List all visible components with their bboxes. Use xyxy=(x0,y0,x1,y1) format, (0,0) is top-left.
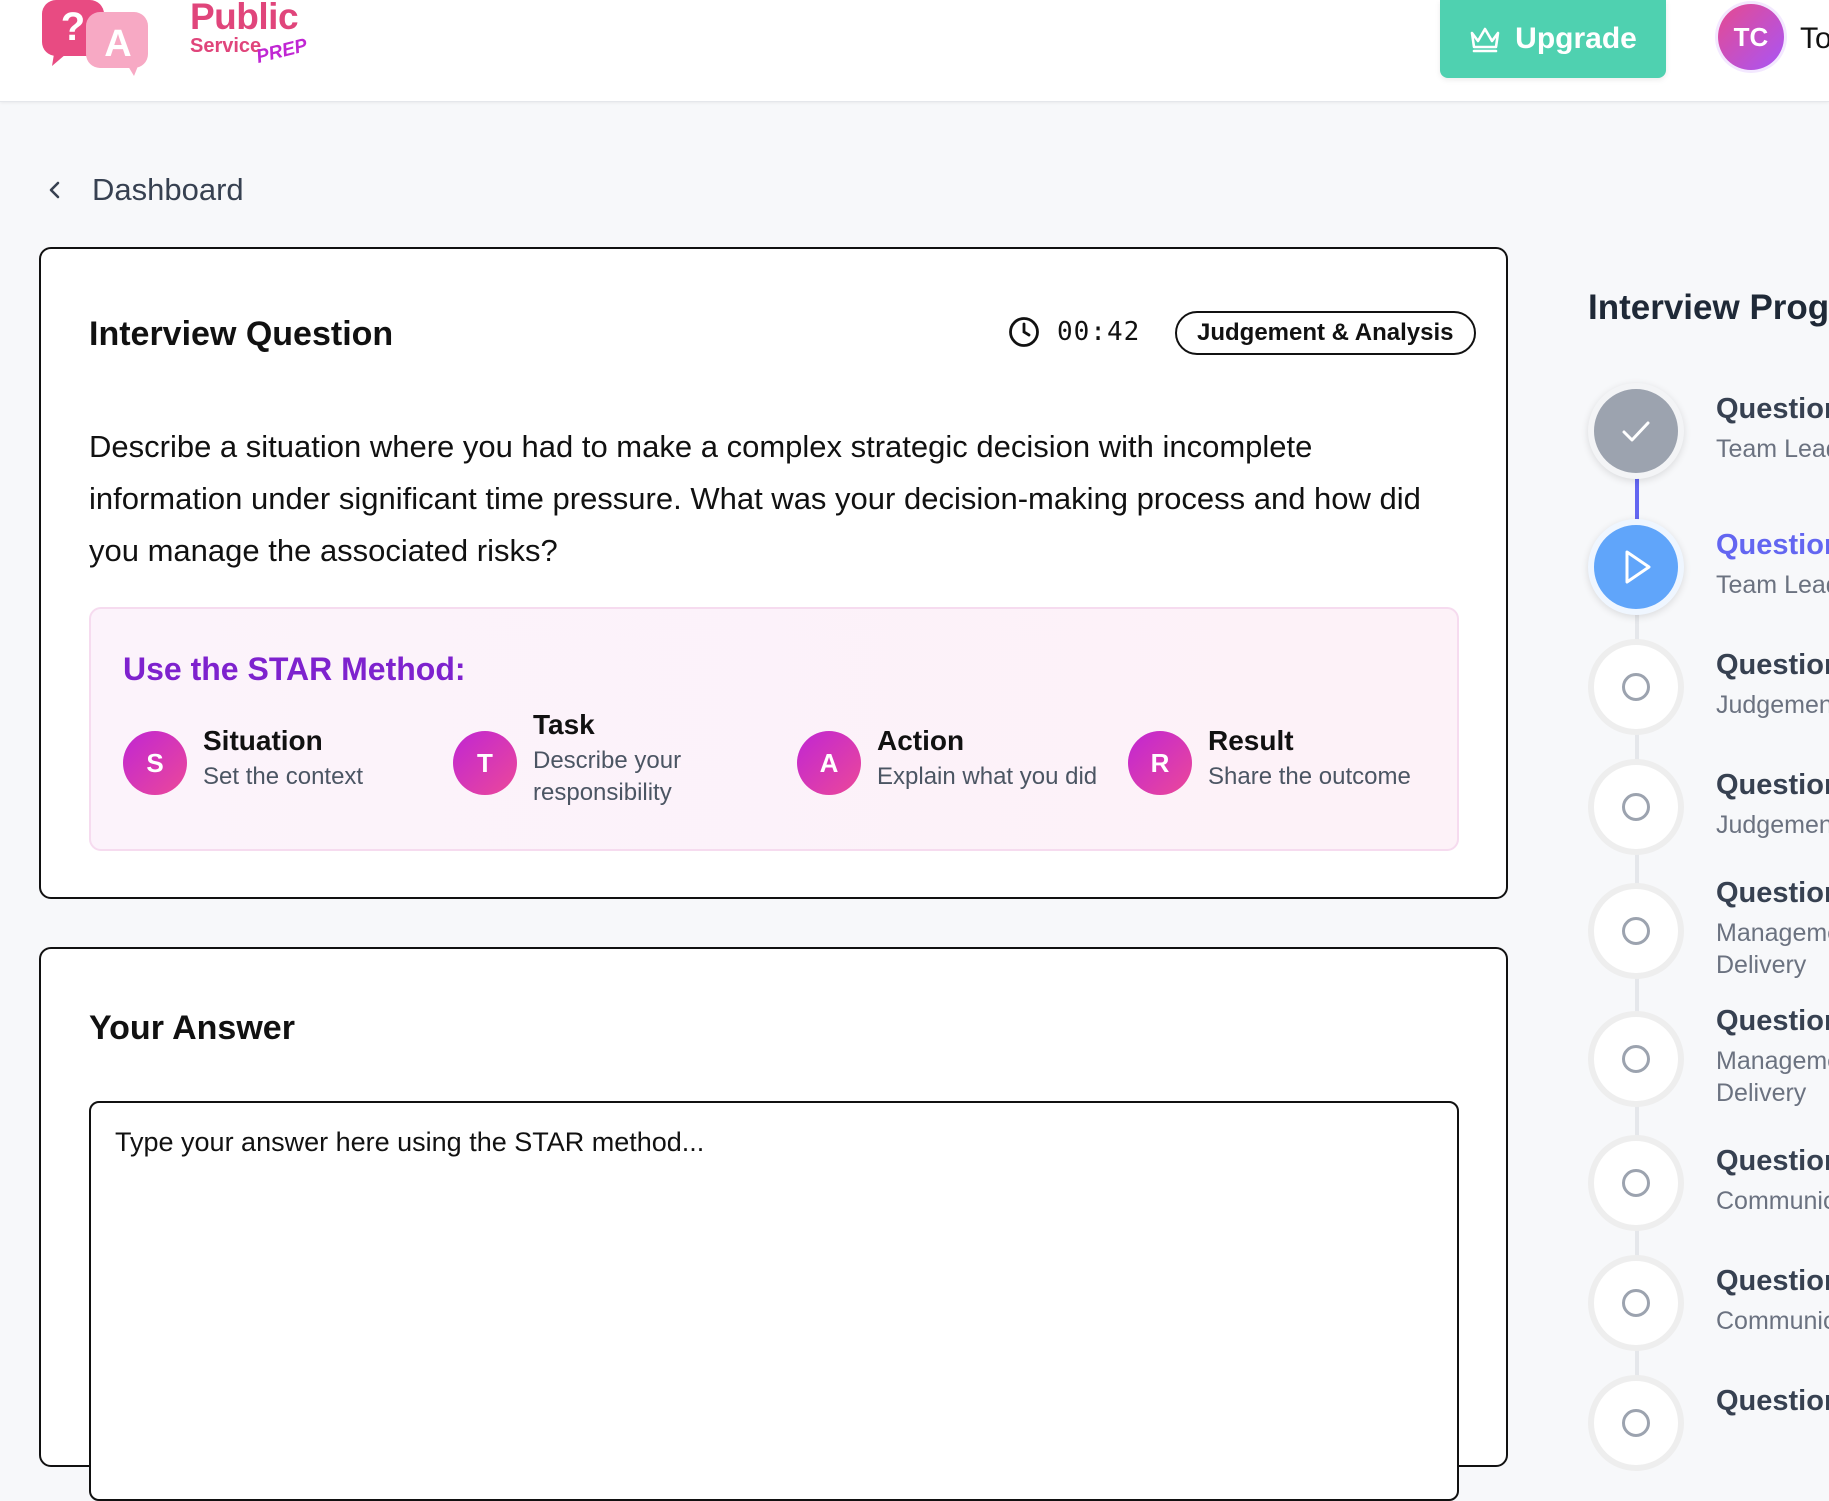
breadcrumb-dashboard-link[interactable]: Dashboard xyxy=(92,172,244,208)
step-category: Team Lead xyxy=(1716,571,1829,599)
logo-bubbles-icon: ? A xyxy=(42,0,148,76)
progress-step-3[interactable]: Question Judgement xyxy=(1588,639,1829,739)
circle-icon xyxy=(1622,1409,1650,1437)
logo-service-text: Service xyxy=(190,35,262,57)
star-item-action: A Action Explain what you did xyxy=(797,719,1097,795)
step-status-pending xyxy=(1588,1135,1684,1231)
step-label: Question xyxy=(1716,1265,1829,1297)
star-item-desc: Set the context xyxy=(203,763,364,790)
user-name[interactable]: To xyxy=(1800,22,1829,56)
star-item-desc: Describe your responsibility xyxy=(533,747,682,806)
svg-text:A: A xyxy=(104,23,131,65)
interview-progress-title: Interview Prog xyxy=(1588,288,1829,327)
step-label: Question xyxy=(1716,877,1829,909)
chevron-left-icon xyxy=(49,181,60,199)
question-text: Describe a situation where you had to ma… xyxy=(89,429,1421,568)
your-answer-card: Your Answer xyxy=(39,947,1508,1501)
star-letter-badge: R xyxy=(1128,731,1192,795)
circle-icon xyxy=(1622,1169,1650,1197)
step-label: Question xyxy=(1716,649,1829,681)
question-card-title: Interview Question xyxy=(89,315,394,353)
step-status-pending xyxy=(1588,639,1684,735)
step-status-done xyxy=(1588,383,1684,479)
step-category: Communic xyxy=(1716,1187,1829,1215)
progress-step-7[interactable]: Question Communic xyxy=(1588,1135,1829,1235)
step-category: Communic xyxy=(1716,1307,1829,1335)
circle-icon xyxy=(1622,1045,1650,1073)
star-item-name: Task xyxy=(533,709,595,740)
star-item-desc: Share the outcome xyxy=(1208,763,1411,790)
star-item-name: Situation xyxy=(203,725,323,756)
upgrade-label: Upgrade xyxy=(1515,22,1637,55)
progress-step-6[interactable]: Question Manageme Delivery xyxy=(1588,1005,1829,1131)
progress-step-1[interactable]: Question Team Lead xyxy=(1588,383,1829,483)
star-item-result: R Result Share the outcome xyxy=(1128,719,1411,795)
play-icon xyxy=(1625,550,1651,584)
answer-textarea[interactable] xyxy=(89,1101,1459,1501)
step-category: Team Lead xyxy=(1716,435,1829,463)
step-status-pending xyxy=(1588,1255,1684,1351)
logo-prep-text: PREP xyxy=(254,35,310,68)
circle-icon xyxy=(1622,673,1650,701)
clock-icon xyxy=(1009,317,1039,347)
star-method-title: Use the STAR Method: xyxy=(123,651,466,687)
step-category-line2: Delivery xyxy=(1716,951,1807,979)
step-label: Question xyxy=(1716,1005,1829,1037)
app-logo[interactable]: ? A Public Service PREP xyxy=(38,0,310,78)
step-label: Question xyxy=(1716,529,1829,561)
circle-icon xyxy=(1622,917,1650,945)
breadcrumb[interactable]: Dashboard xyxy=(44,172,244,208)
step-category-line2: Delivery xyxy=(1716,1079,1807,1107)
star-letter-badge: S xyxy=(123,731,187,795)
check-icon xyxy=(1622,421,1650,442)
step-status-pending xyxy=(1588,1011,1684,1107)
progress-step-8[interactable]: Question Communic xyxy=(1588,1255,1829,1355)
step-category: Manageme xyxy=(1716,1047,1829,1075)
category-badge: Judgement & Analysis xyxy=(1175,311,1476,355)
progress-step-4[interactable]: Question Judgement xyxy=(1588,759,1829,859)
progress-step-5[interactable]: Question Manageme Delivery xyxy=(1588,877,1829,1003)
star-item-name: Result xyxy=(1208,725,1294,756)
progress-step-2[interactable]: Question Team Lead xyxy=(1588,519,1829,619)
step-category: Manageme xyxy=(1716,919,1829,947)
star-letter-badge: T xyxy=(453,731,517,795)
svg-text:?: ? xyxy=(61,5,85,49)
star-method-panel: Use the STAR Method: S Situation Set the… xyxy=(89,607,1459,851)
interview-question-card: Interview Question 00:42 Judgement & Ana… xyxy=(39,247,1508,899)
answer-card-title: Your Answer xyxy=(89,1009,295,1047)
question-timer: 00:42 xyxy=(1007,315,1140,349)
progress-step-9[interactable]: Question xyxy=(1588,1375,1829,1475)
star-item-situation: S Situation Set the context xyxy=(123,719,363,795)
timer-value: 00:42 xyxy=(1057,317,1141,347)
star-item-name: Action xyxy=(877,725,965,756)
star-item-desc: Explain what you did xyxy=(877,763,1098,790)
crown-icon xyxy=(1470,27,1500,53)
step-label: Question xyxy=(1716,1145,1829,1177)
step-status-pending xyxy=(1588,883,1684,979)
step-status-active xyxy=(1588,519,1684,615)
logo-wordmark: Public Service PREP xyxy=(190,0,310,68)
logo-public-text: Public xyxy=(190,0,299,37)
step-label: Question xyxy=(1716,393,1829,425)
step-status-pending xyxy=(1588,1375,1684,1471)
star-letter-badge: A xyxy=(797,731,861,795)
step-status-pending xyxy=(1588,759,1684,855)
step-category: Judgement xyxy=(1716,811,1829,839)
step-category: Judgement xyxy=(1716,691,1829,719)
circle-icon xyxy=(1622,1289,1650,1317)
top-navbar: ? A Public Service PREP Upgrade TC To xyxy=(0,0,1829,102)
upgrade-button[interactable]: Upgrade xyxy=(1440,0,1666,78)
step-label: Question xyxy=(1716,769,1829,801)
star-item-task: T Task Describe your responsibility xyxy=(453,703,723,809)
circle-icon xyxy=(1622,793,1650,821)
step-label: Question xyxy=(1716,1385,1829,1417)
user-avatar[interactable]: TC xyxy=(1718,4,1784,70)
